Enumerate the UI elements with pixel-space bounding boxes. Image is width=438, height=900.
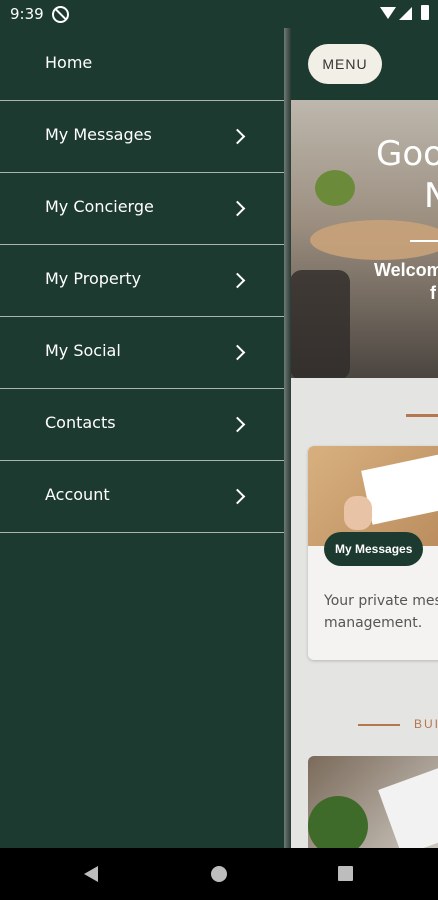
back-icon[interactable] (84, 866, 98, 882)
signal-icon (399, 7, 412, 20)
wifi-icon (380, 7, 396, 19)
drawer-item-my-messages[interactable]: My Messages (0, 100, 284, 173)
navigation-drawer: Home My Messages My Concierge My Propert… (0, 28, 284, 848)
battery-icon (421, 5, 429, 20)
messages-card-image (308, 446, 438, 546)
calendar-image (378, 766, 438, 848)
hero-plant-image (315, 170, 355, 206)
chevron-right-icon (229, 128, 246, 145)
hero-banner: Goo N Welcom f (290, 100, 438, 378)
chevron-right-icon (229, 200, 246, 217)
chevron-right-icon (229, 272, 246, 289)
hero-title: Goo (376, 134, 438, 174)
hero-welcome-text: Welcom (374, 260, 438, 280)
main-content: MENU Goo N Welcom f My Messages Your pri… (290, 28, 438, 848)
plant-image (308, 796, 368, 848)
drawer-item-label: Account (45, 485, 110, 504)
chevron-right-icon (229, 344, 246, 361)
hero-divider (410, 240, 438, 242)
drawer-item-contacts[interactable]: Contacts (0, 388, 284, 461)
main-header: MENU (290, 28, 438, 100)
hero-title-line2: N (424, 176, 438, 216)
drawer-item-label: My Messages (45, 125, 152, 144)
hero-chair-image (290, 270, 350, 378)
messages-card-badge: My Messages (324, 532, 424, 566)
drawer-edge-shadow (284, 28, 291, 848)
drawer-item-label: Home (45, 53, 93, 72)
messages-card-description: Your private mes management. (324, 593, 438, 631)
section-label: BUI (414, 717, 438, 731)
drawer-item-label: My Property (45, 269, 142, 288)
hero-welcome-text-line2: f (430, 283, 436, 303)
section-accent-line-2 (358, 724, 400, 726)
chevron-right-icon (229, 416, 246, 433)
drawer-item-label: My Concierge (45, 197, 154, 216)
drawer-item-account[interactable]: Account (0, 460, 284, 533)
drawer-item-my-social[interactable]: My Social (0, 316, 284, 389)
building-card[interactable] (308, 756, 438, 848)
notification-icon (52, 6, 69, 23)
system-navigation-bar (0, 848, 438, 900)
chevron-right-icon (229, 488, 246, 505)
drawer-item-my-property[interactable]: My Property (0, 244, 284, 317)
messages-card[interactable]: My Messages Your private mes management. (308, 446, 438, 660)
menu-button[interactable]: MENU (308, 44, 382, 84)
paper-image (361, 454, 438, 525)
section-accent-line (406, 414, 438, 417)
drawer-item-my-concierge[interactable]: My Concierge (0, 172, 284, 245)
hand-image (344, 496, 372, 530)
status-bar: 9:39 (0, 0, 438, 28)
drawer-item-home[interactable]: Home (0, 28, 284, 101)
drawer-item-label: Contacts (45, 413, 116, 432)
status-time: 9:39 (10, 5, 44, 23)
recents-icon[interactable] (338, 866, 353, 881)
drawer-item-label: My Social (45, 341, 121, 360)
home-icon[interactable] (211, 866, 227, 882)
